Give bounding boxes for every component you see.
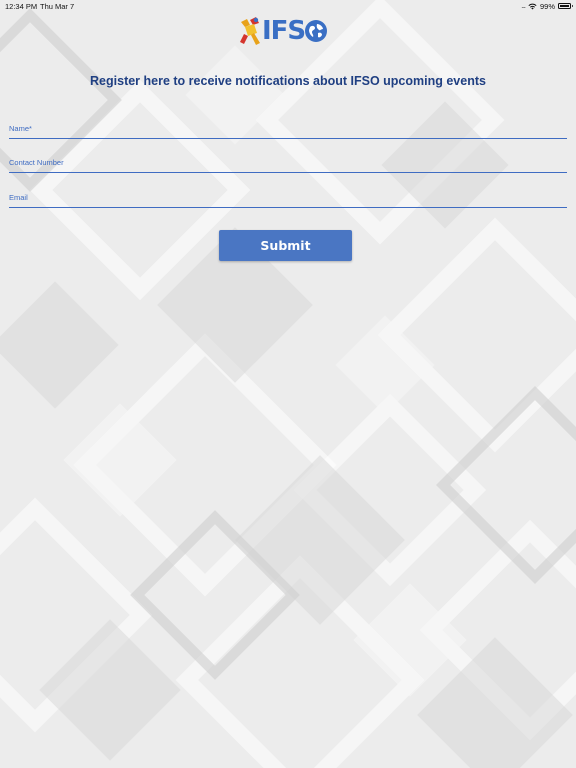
email-field-label: Email xyxy=(9,193,28,202)
status-time: 12:34 PM xyxy=(5,2,38,11)
status-bar: 12:34 PM Thu Mar 7 .... 99% xyxy=(0,0,576,12)
app-screen: 12:34 PM Thu Mar 7 .... 99% IFS Register… xyxy=(0,0,576,768)
background-pattern xyxy=(0,0,576,768)
status-indicators: .... 99% xyxy=(521,1,573,11)
battery-percent: 99% xyxy=(539,1,555,11)
globe-icon xyxy=(305,20,328,42)
submit-button[interactable]: Submit xyxy=(219,230,352,261)
cellular-signal-icon: .... xyxy=(521,2,526,10)
logo-figure-icon xyxy=(240,17,260,45)
page-heading: Register here to receive notifications a… xyxy=(90,74,486,88)
name-field[interactable]: Name* xyxy=(9,122,567,139)
wifi-icon xyxy=(528,3,537,9)
battery-icon xyxy=(558,3,573,9)
battery-tip xyxy=(571,5,573,7)
status-date: Thu Mar 7 xyxy=(40,2,75,11)
contact-number-field-label: Contact Number xyxy=(9,158,64,167)
battery-fill xyxy=(560,5,569,7)
ifso-logo: IFS xyxy=(238,15,338,47)
name-field-label: Name* xyxy=(9,124,32,133)
logo-text: IFS xyxy=(262,16,306,46)
contact-number-field[interactable]: Contact Number xyxy=(9,156,567,173)
email-field[interactable]: Email xyxy=(9,191,567,208)
